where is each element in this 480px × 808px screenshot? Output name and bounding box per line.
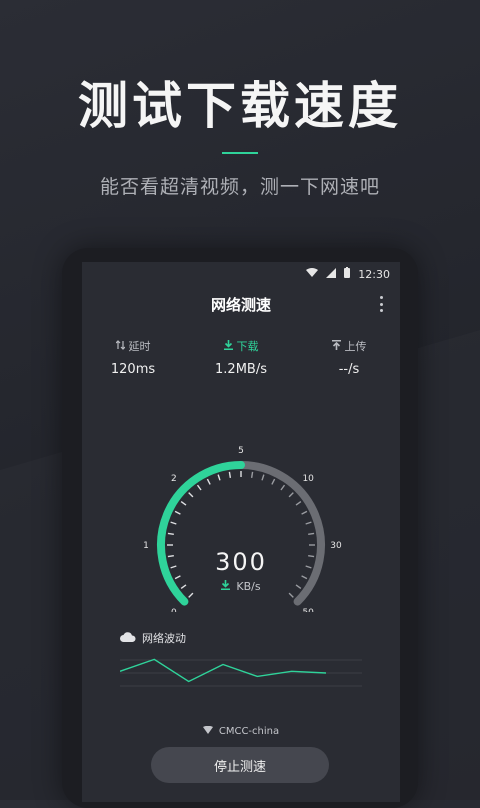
subheadline: 能否看超清视频，测一下网速吧 <box>99 176 380 198</box>
gauge-tick <box>301 575 308 580</box>
stop-test-button[interactable]: 停止测速 <box>151 747 329 783</box>
gauge-tick <box>174 575 181 580</box>
gauge-tick-label: 0 <box>171 608 177 612</box>
gauge-tick <box>188 592 194 598</box>
gauge-tick <box>206 478 211 485</box>
speed-value: 300 <box>215 548 267 576</box>
download-icon <box>221 580 231 593</box>
download-icon <box>223 339 233 353</box>
gauge-tick <box>305 521 312 525</box>
wave-title: 网络波动 <box>120 630 186 646</box>
gauge-tick <box>301 510 308 515</box>
gauge-tick <box>295 500 302 506</box>
gauge-tick <box>261 474 265 481</box>
battery-icon <box>344 267 351 281</box>
gauge-tick <box>188 492 194 498</box>
swap-arrows-icon <box>115 339 125 353</box>
wifi-icon <box>306 267 319 281</box>
gauge-tick <box>217 474 221 481</box>
accent-divider <box>222 152 258 154</box>
more-vert-icon[interactable] <box>378 296 384 312</box>
headline: 测试下载速度 <box>78 76 402 135</box>
network-name: CMCC-china <box>218 726 280 737</box>
gauge-tick <box>180 500 187 506</box>
wifi-icon <box>202 725 213 737</box>
stat-upload-value: --/s <box>338 362 360 377</box>
status-time: 12:30 <box>358 267 390 281</box>
gauge-tick <box>288 592 294 598</box>
gauge-tick-label: 2 <box>171 474 177 484</box>
speed-unit: KB/s <box>82 580 400 593</box>
network-indicator: CMCC-china <box>82 725 400 737</box>
upload-icon <box>331 339 341 353</box>
gauge-tick-label: 10 <box>302 474 314 484</box>
gauge-tick <box>167 532 174 536</box>
speed-unit-label: KB/s <box>236 580 261 593</box>
phone-screen: 12:30 网络测速 延时 120ms 下载 1.2MB/s 上传 --/s 1… <box>82 262 400 802</box>
gauge-tick-label: 5 <box>238 446 244 456</box>
stat-upload: 上传 --/s <box>304 338 394 377</box>
gauge-tick <box>280 484 286 491</box>
stat-latency-value: 120ms <box>110 362 156 377</box>
stat-download: 下载 1.2MB/s <box>196 338 286 377</box>
gauge-tick <box>228 471 232 478</box>
gauge-tick <box>196 484 202 491</box>
gauge-tick <box>288 492 294 498</box>
stat-download-value: 1.2MB/s <box>215 362 267 377</box>
signal-icon <box>326 267 337 281</box>
gauge-tick <box>174 510 181 515</box>
stat-download-label: 下载 <box>236 340 259 353</box>
stat-latency: 延时 120ms <box>88 338 178 377</box>
cloud-icon <box>120 631 136 645</box>
gauge-tick <box>308 532 315 536</box>
gauge-tick-label: 50 <box>302 608 314 612</box>
gauge-tick <box>250 471 254 478</box>
gauge-tick <box>271 478 276 485</box>
app-title: 网络测速 <box>210 296 271 314</box>
network-wave-chart <box>120 658 362 687</box>
wave-title-label: 网络波动 <box>142 632 186 645</box>
wave-line <box>120 658 327 683</box>
status-bar: 12:30 <box>82 262 400 286</box>
stat-latency-label: 延时 <box>128 340 151 353</box>
gauge-tick <box>170 521 177 525</box>
stat-upload-label: 上传 <box>344 340 367 353</box>
